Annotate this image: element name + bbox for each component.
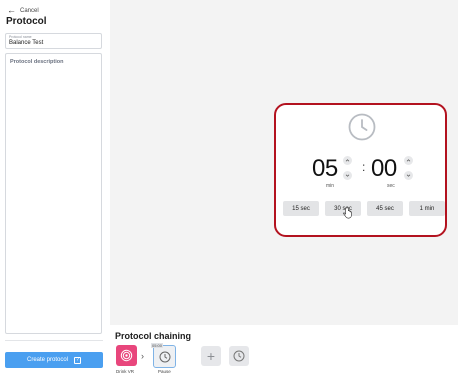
create-protocol-button[interactable]: Create protocol ? bbox=[5, 352, 103, 368]
chain-item-label: Pause bbox=[158, 369, 171, 374]
preset-15-sec-button[interactable]: 15 sec bbox=[283, 201, 319, 216]
chevron-down-icon bbox=[406, 174, 411, 177]
protocol-name-caption: Protocol name bbox=[9, 35, 32, 39]
cancel-label: Cancel bbox=[20, 7, 39, 14]
minutes-decrement-button[interactable] bbox=[343, 171, 352, 180]
chevron-up-icon bbox=[345, 159, 350, 162]
seconds-increment-button[interactable] bbox=[404, 156, 413, 165]
chain-item-label: Drink VR bbox=[116, 369, 135, 374]
minutes-increment-button[interactable] bbox=[343, 156, 352, 165]
create-protocol-label: Create protocol bbox=[26, 357, 69, 363]
chevron-down-icon bbox=[345, 174, 350, 177]
protocol-chaining-title: Protocol chaining bbox=[115, 331, 192, 341]
divider bbox=[5, 340, 103, 341]
protocol-description-placeholder: Protocol description bbox=[10, 59, 64, 65]
add-protocol-button[interactable]: + bbox=[201, 346, 221, 366]
protocol-description-field[interactable]: Protocol description bbox=[5, 53, 102, 334]
minutes-value[interactable]: 05 bbox=[312, 155, 338, 183]
timer-icon bbox=[159, 351, 170, 362]
cancel-button[interactable]: ← Cancel bbox=[7, 6, 39, 15]
timer-card: 05 min : 00 sec 15 sec 30 sec 45 sec 1 m… bbox=[274, 103, 447, 237]
back-arrow-icon: ← bbox=[7, 5, 16, 15]
protocol-editor-panel: ← Cancel Protocol Protocol name Balance … bbox=[0, 0, 108, 375]
chain-item-pause[interactable] bbox=[153, 345, 176, 368]
save-icon: ? bbox=[74, 356, 82, 364]
clock-icon bbox=[348, 113, 376, 141]
vr-app-icon bbox=[120, 349, 133, 362]
chevron-up-icon bbox=[406, 159, 411, 162]
timer-icon bbox=[233, 350, 245, 362]
chevron-right-icon: › bbox=[141, 351, 144, 361]
seconds-value[interactable]: 00 bbox=[371, 155, 397, 183]
chain-item-drink-vr[interactable] bbox=[116, 345, 137, 366]
minutes-unit: min bbox=[326, 183, 335, 189]
plus-icon: + bbox=[206, 348, 216, 364]
protocol-name-value: Balance Test bbox=[9, 40, 44, 46]
preset-45-sec-button[interactable]: 45 sec bbox=[367, 201, 403, 216]
preset-1-min-button[interactable]: 1 min bbox=[409, 201, 445, 216]
protocol-name-field[interactable]: Protocol name Balance Test bbox=[5, 33, 102, 49]
hand-cursor-icon bbox=[343, 207, 352, 219]
seconds-unit: sec bbox=[387, 183, 395, 189]
page-title: Protocol bbox=[6, 16, 47, 27]
seconds-decrement-button[interactable] bbox=[404, 171, 413, 180]
time-separator: : bbox=[362, 160, 366, 174]
pause-duration-badge: 05:00 bbox=[151, 343, 164, 348]
add-timer-button[interactable] bbox=[229, 346, 249, 366]
